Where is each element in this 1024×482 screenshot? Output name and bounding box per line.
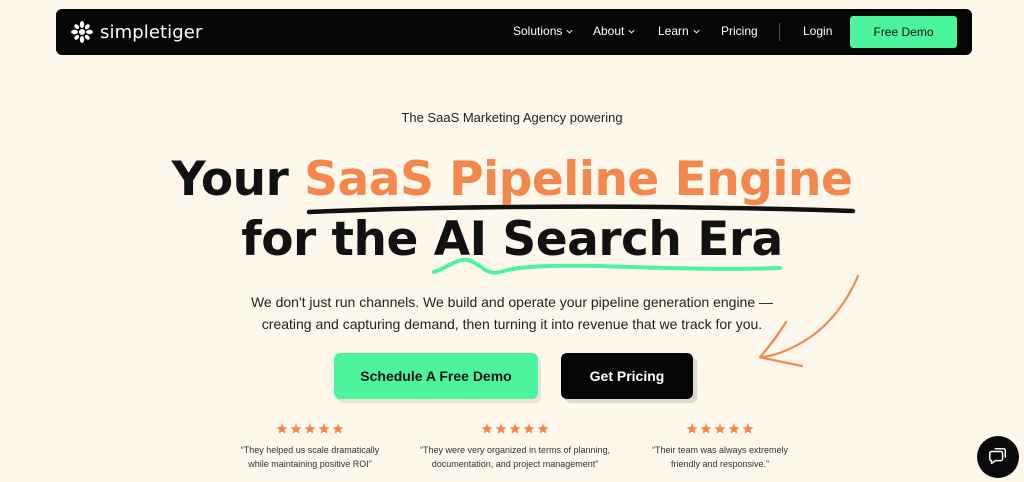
star-icon — [523, 423, 535, 434]
hero-headline-line1: Your SaaS Pipeline Engine — [0, 156, 1024, 203]
star-icon — [495, 423, 507, 434]
get-pricing-button[interactable]: Get Pricing — [561, 353, 693, 399]
nav-item-pricing[interactable]: Pricing — [721, 24, 758, 38]
top-navbar: simpletiger Solutions About Learn Pricin… — [56, 9, 972, 55]
nav-item-label: About — [593, 24, 625, 38]
star-rating — [640, 423, 800, 435]
hero-subtext-line2: creating and capturing demand, then turn… — [261, 316, 763, 332]
brand-name: simpletiger — [100, 21, 203, 43]
quote-line: “They were very organized in terms of pl… — [419, 445, 611, 455]
testimonial: “Their team was always extremely friendl… — [640, 423, 800, 471]
chat-icon — [989, 448, 1007, 465]
login-link[interactable]: Login — [803, 24, 832, 38]
login-label: Login — [803, 24, 833, 38]
star-icon — [700, 423, 712, 434]
star-rating — [226, 423, 394, 435]
tiger-logo-icon — [71, 21, 93, 43]
testimonial-quote: “Their team was always extremely friendl… — [640, 443, 800, 471]
quote-line: friendly and responsive.” — [670, 459, 770, 469]
nav-item-solutions[interactable]: Solutions — [513, 24, 573, 38]
nav-item-learn[interactable]: Learn — [658, 24, 700, 38]
nav-item-label: Learn — [658, 24, 689, 38]
headline-prefix: Your — [171, 152, 305, 207]
star-icon — [714, 423, 726, 434]
quote-line: “They helped us scale dramatically — [240, 445, 380, 455]
star-icon — [509, 423, 521, 434]
testimonial-quote: “They were very organized in terms of pl… — [410, 443, 620, 471]
star-icon — [318, 423, 330, 434]
free-demo-button[interactable]: Free Demo — [850, 16, 957, 48]
chevron-down-icon — [566, 29, 573, 34]
star-icon — [537, 423, 549, 434]
star-rating — [410, 423, 620, 435]
brand-logo[interactable]: simpletiger — [70, 20, 202, 44]
quote-line: “Their team was always extremely — [651, 445, 789, 455]
star-icon — [276, 423, 288, 434]
testimonial-quote: “They helped us scale dramatically while… — [226, 443, 394, 471]
nav-divider — [779, 23, 780, 41]
quote-line: while maintaining positive ROI” — [248, 459, 372, 469]
star-icon — [481, 423, 493, 434]
nav-item-label: Solutions — [513, 24, 563, 38]
star-icon — [290, 423, 302, 434]
chevron-down-icon — [693, 29, 700, 34]
star-icon — [742, 423, 754, 434]
testimonial: “They were very organized in terms of pl… — [410, 423, 620, 471]
star-icon — [686, 423, 698, 434]
star-icon — [728, 423, 740, 434]
headline-accent: SaaS Pipeline Engine — [304, 152, 853, 207]
nav-item-about[interactable]: About — [593, 24, 635, 38]
star-icon — [332, 423, 344, 434]
quote-line: documentation, and project management” — [431, 459, 599, 469]
star-icon — [304, 423, 316, 434]
hero-subtext-line1: We don't just run channels. We build and… — [250, 294, 774, 310]
hero-headline-line2: for the AI Search Era — [241, 212, 783, 267]
testimonial: “They helped us scale dramatically while… — [226, 423, 394, 471]
hero-eyebrow: The SaaS Marketing Agency powering — [401, 110, 623, 125]
schedule-demo-button[interactable]: Schedule A Free Demo — [334, 353, 538, 399]
chat-widget-button[interactable] — [977, 436, 1019, 478]
chevron-down-icon — [628, 29, 635, 34]
nav-item-label: Pricing — [721, 24, 758, 38]
